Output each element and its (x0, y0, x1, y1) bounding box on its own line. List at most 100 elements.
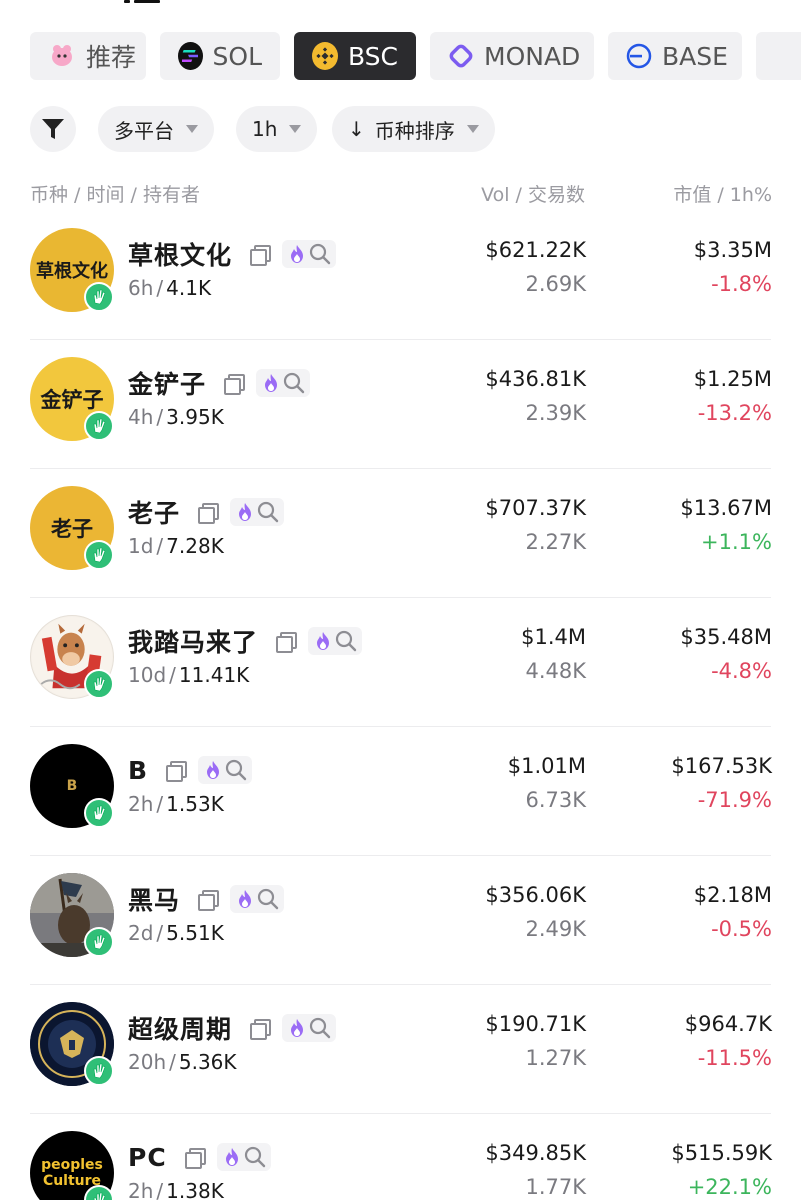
tab-label: BSC (347, 41, 398, 71)
copy-icon[interactable] (250, 245, 272, 266)
divider (30, 855, 771, 856)
tab-bsc[interactable]: BSC (294, 32, 416, 80)
search-icon[interactable] (256, 887, 280, 911)
column-headers: 币种 / 时间 / 持有者 Vol / 交易数 市值 / 1h% (30, 180, 772, 206)
recommend-icon (48, 42, 76, 70)
token-name: 金铲子 (128, 370, 207, 399)
hand-badge-icon (84, 927, 114, 957)
token-change: +22.1% (687, 1175, 772, 1199)
tab-label: 推荐 (86, 43, 137, 72)
fire-icon (207, 761, 220, 779)
token-tx-count: 2.49K (525, 917, 586, 941)
copy-icon[interactable] (198, 503, 220, 524)
token-row[interactable]: 超级周期 20h/5.36K $190.71K 1.27K $964.7K -1… (0, 986, 801, 1114)
token-volume: $707.37K (485, 496, 586, 520)
token-meta: 20h/5.36K (128, 1050, 237, 1074)
token-volume: $436.81K (485, 367, 586, 391)
chevron-down-icon (289, 125, 302, 133)
token-row[interactable]: 我踏马来了 10d/11.41K $1.4M 4.48K $35.48M -4.… (0, 599, 801, 727)
tab-label: BASE (662, 41, 728, 71)
search-icon[interactable] (308, 242, 332, 266)
token-row[interactable]: 老子 老子 1d/7.28K $707.37K 2.27K $13.67M +1… (0, 470, 801, 598)
search-icon[interactable] (282, 371, 306, 395)
search-icon[interactable] (224, 758, 248, 782)
token-tags (256, 369, 311, 397)
token-meta: 2h/1.53K (128, 792, 224, 816)
tab-base[interactable]: BASE (608, 32, 742, 80)
token-volume: $190.71K (485, 1012, 586, 1036)
token-tags (230, 885, 285, 913)
search-icon[interactable] (308, 1016, 332, 1040)
chevron-down-icon (186, 125, 198, 133)
token-change: +1.1% (701, 530, 772, 554)
search-icon[interactable] (256, 500, 280, 524)
interval-dropdown[interactable]: 1h (236, 106, 318, 152)
platform-dropdown[interactable]: 多平台 (98, 106, 214, 152)
token-change: -1.8% (711, 272, 772, 296)
token-marketcap: $13.67M (680, 496, 772, 520)
hand-badge-icon (84, 282, 114, 312)
token-marketcap: $2.18M (693, 883, 772, 907)
tab-recommend[interactable]: 推荐 (30, 32, 146, 80)
fire-icon (291, 245, 304, 263)
sort-dropdown[interactable]: ↓ 币种排序 (332, 106, 495, 152)
header-volume[interactable]: Vol / 交易数 (481, 180, 585, 207)
token-row[interactable]: peoples Culture PC 2h/1.38K $349.85K 1.7… (0, 1115, 801, 1200)
copy-icon[interactable] (184, 1148, 206, 1169)
token-name: 超级周期 (128, 1015, 233, 1044)
platform-label: 多平台 (114, 118, 174, 143)
token-change: -4.8% (711, 659, 772, 683)
divider (30, 726, 771, 727)
token-meta: 1d/7.28K (128, 534, 224, 558)
header-marketcap[interactable]: 市值 / 1h% (673, 180, 772, 207)
search-icon[interactable] (243, 1145, 267, 1169)
token-volume: $621.22K (485, 238, 586, 262)
token-marketcap: $1.25M (693, 367, 772, 391)
hand-badge-icon (84, 540, 114, 570)
copy-icon[interactable] (166, 761, 188, 782)
token-change: -11.5% (697, 1046, 772, 1070)
token-change: -13.2% (697, 401, 772, 425)
token-tx-count: 2.69K (525, 272, 586, 296)
divider (30, 1113, 771, 1114)
token-meta: 6h/4.1K (128, 276, 212, 300)
base-icon (626, 42, 652, 70)
filter-button[interactable] (30, 106, 76, 152)
token-marketcap: $964.7K (684, 1012, 772, 1036)
token-volume: $349.85K (485, 1141, 586, 1165)
token-row[interactable]: 黑马 2d/5.51K $356.06K 2.49K $2.18M -0.5% (0, 857, 801, 985)
menu-icon[interactable] (124, 0, 160, 6)
divider (30, 339, 771, 340)
token-tags (198, 756, 253, 784)
token-tx-count: 2.39K (525, 401, 586, 425)
hand-badge-icon (84, 1056, 114, 1086)
divider (30, 597, 771, 598)
token-tags (282, 240, 337, 268)
monad-icon (448, 42, 474, 70)
tab-label: SOL (212, 41, 262, 71)
token-meta: 2d/5.51K (128, 921, 224, 945)
token-row[interactable]: B B 2h/1.53K $1.01M 6.73K $167.53K -71.9… (0, 728, 801, 856)
chain-tabs: 推荐 SOL BSC MONAD BASE (30, 32, 801, 80)
fire-icon (239, 503, 252, 521)
token-meta: 2h/1.38K (128, 1179, 224, 1200)
token-tx-count: 1.77K (525, 1175, 586, 1199)
token-name: 我踏马来了 (128, 628, 259, 657)
token-row[interactable]: 金铲子 金铲子 4h/3.95K $436.81K 2.39K $1.25M -… (0, 341, 801, 469)
filter-icon (42, 119, 64, 139)
copy-icon[interactable] (224, 374, 246, 395)
copy-icon[interactable] (198, 890, 220, 911)
fire-icon (291, 1019, 304, 1037)
header-token[interactable]: 币种 / 时间 / 持有者 (30, 180, 200, 207)
search-icon[interactable] (334, 629, 358, 653)
copy-icon[interactable] (276, 632, 298, 653)
tab-more[interactable] (756, 32, 801, 80)
token-row[interactable]: 草根文化 草根文化 6h/4.1K $621.22K 2.69K $3.35M … (0, 212, 801, 340)
bnb-icon (312, 42, 338, 70)
divider (30, 984, 771, 985)
tab-monad[interactable]: MONAD (430, 32, 594, 80)
tab-sol[interactable]: SOL (160, 32, 280, 80)
token-tx-count: 6.73K (525, 788, 586, 812)
copy-icon[interactable] (250, 1019, 272, 1040)
token-tags (216, 1143, 271, 1171)
